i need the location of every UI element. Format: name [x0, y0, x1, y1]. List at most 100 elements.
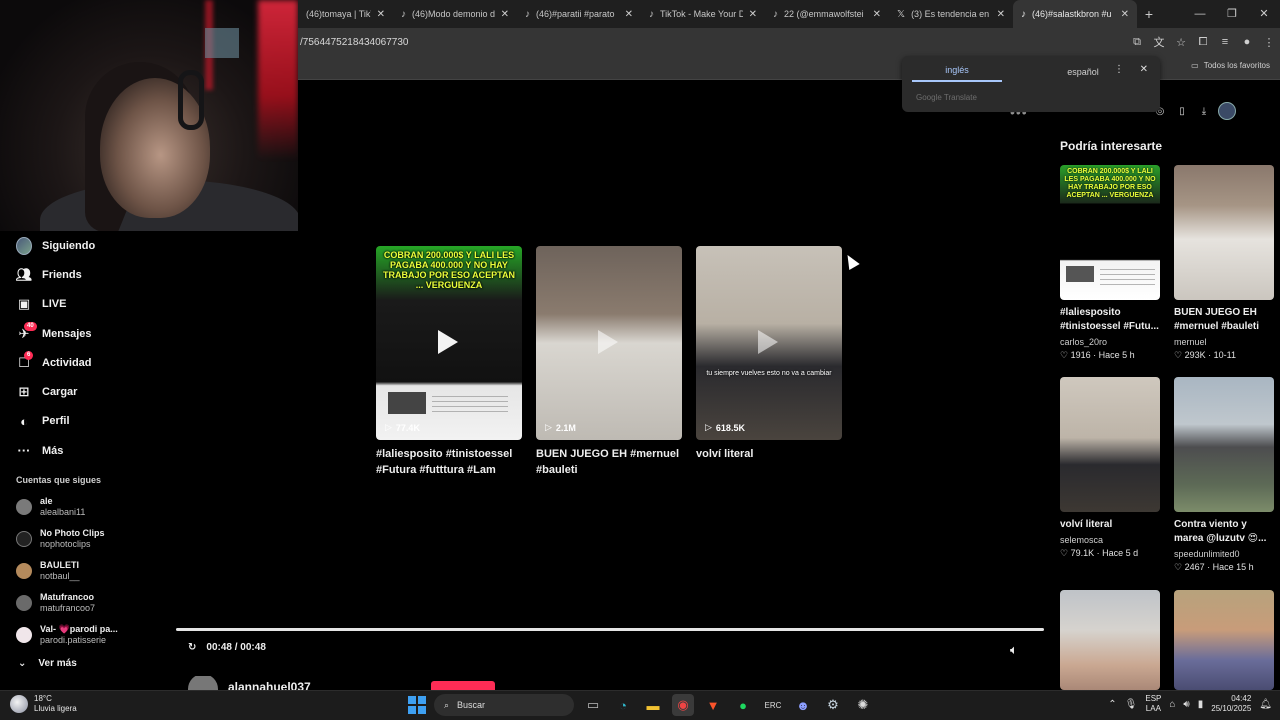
close-tab-icon[interactable]: ✕ [749, 9, 757, 20]
steam-icon[interactable]: ⚙ [822, 694, 844, 716]
chevron-up-icon[interactable]: ⌃ [1108, 699, 1116, 710]
menu-dots-icon[interactable]: ⋮ [1258, 36, 1280, 49]
new-tab-button[interactable]: + [1137, 6, 1161, 22]
clock[interactable]: 04:42 25/10/2025 [1211, 694, 1251, 714]
notifications-icon[interactable]: 🔔︎ [1259, 699, 1272, 710]
video-card[interactable]: tu siempre vuelves esto no va a cambiar … [696, 246, 842, 478]
close-tab-icon[interactable]: ✕ [377, 9, 385, 20]
app-icon[interactable]: ✺ [852, 694, 874, 716]
translate-menu-icon[interactable]: ⋮ [1114, 64, 1124, 75]
nav-upload[interactable]: ⊞ Cargar [0, 377, 170, 406]
microphone-icon[interactable]: 🎙︎ [1125, 699, 1138, 710]
taskbar-search[interactable]: ⌕ Buscar [434, 694, 574, 716]
author-avatar[interactable] [188, 676, 218, 690]
edge-icon[interactable]: ◔ [612, 694, 634, 716]
recommend-item[interactable]: COBRAN 200.000$ Y LALI LES PAGABA 400.00… [1060, 165, 1160, 362]
recommend-item[interactable]: Contra viento y marea @luzutv 😍... speed… [1174, 377, 1274, 574]
device-icon[interactable]: ▯ [1174, 106, 1190, 117]
chrome-icon[interactable]: ◉ [672, 694, 694, 716]
browser-tab[interactable]: ♪ (46)Modo demonio d ✕ [393, 0, 517, 28]
video-thumbnail[interactable] [1174, 165, 1274, 300]
nav-live[interactable]: ▣ LIVE [0, 290, 170, 319]
browser-tab[interactable]: (46)tomaya | TikTok✕ [298, 0, 393, 28]
browser-tab-active[interactable]: ♪ (46)#salastkbron #u ✕ [1013, 0, 1137, 28]
minimize-icon[interactable]: — [1184, 0, 1216, 28]
video-title[interactable]: volví literal [696, 446, 842, 462]
play-icon[interactable] [598, 330, 618, 354]
task-view-icon[interactable]: ▭ [582, 694, 604, 716]
cast-icon[interactable]: ⧉ [1126, 36, 1148, 49]
close-tab-icon[interactable]: ✕ [625, 9, 633, 20]
brave-icon[interactable]: ▼ [702, 694, 724, 716]
nav-more[interactable]: ··· Más [0, 436, 170, 465]
browser-tab[interactable]: ♪ (46)#paratii #parato ✕ [517, 0, 641, 28]
bookmark-star-icon[interactable]: ☆ [1170, 36, 1192, 49]
video-progress-bar[interactable] [176, 628, 1044, 631]
video-thumbnail[interactable] [1060, 377, 1160, 512]
video-thumbnail[interactable]: COBRAN 200.000$ Y LALI LES PAGABA 400.00… [376, 246, 522, 440]
nav-activity[interactable]: ☐ 6 Actividad [0, 348, 170, 377]
weather-widget[interactable]: 18°C Lluvia ligera [10, 694, 77, 714]
play-icon[interactable] [758, 330, 778, 354]
network-icon[interactable]: ⌂ [1169, 699, 1175, 710]
author-name[interactable]: alannahuel037 [228, 680, 311, 690]
video-title[interactable]: #laliesposito #tinistoessel #Futura #fut… [376, 446, 522, 478]
close-window-icon[interactable]: ✕ [1248, 0, 1280, 28]
obs-icon[interactable]: ERC [762, 694, 784, 716]
video-thumbnail[interactable]: COBRAN 200.000$ Y LALI LES PAGABA 400.00… [1060, 165, 1160, 300]
battery-icon[interactable]: ▮ [1198, 699, 1204, 710]
video-thumbnail[interactable]: tu siempre vuelves esto no va a cambiar … [696, 246, 842, 440]
close-tab-icon[interactable]: ✕ [997, 9, 1005, 20]
recommend-item[interactable] [1174, 590, 1274, 690]
video-card[interactable]: ▷ 2.1M BUEN JUEGO EH #mernuel #bauleti [536, 246, 682, 478]
file-explorer-icon[interactable]: ▬ [642, 694, 664, 716]
language-indicator[interactable]: ESP LAA [1145, 694, 1161, 714]
discord-icon[interactable]: ☻ [792, 694, 814, 716]
all-bookmarks[interactable]: ▭ Todos los favoritos [1191, 61, 1270, 70]
volume-icon[interactable]: 🔈︎ [1010, 642, 1018, 658]
video-thumbnail[interactable]: ▷ 2.1M [536, 246, 682, 440]
profile-icon[interactable]: ● [1236, 36, 1258, 48]
download-icon[interactable]: ⤓ [1196, 106, 1212, 117]
translate-lang-from[interactable]: inglés [912, 65, 1002, 82]
close-tab-icon[interactable]: ✕ [501, 9, 509, 20]
followed-account[interactable]: Val- 💗parodi pa... parodi.patisserie [0, 619, 170, 651]
video-thumbnail[interactable] [1174, 590, 1274, 690]
url-field[interactable]: /7564475218434067730 [298, 37, 408, 48]
video-thumbnail[interactable] [1174, 377, 1274, 512]
close-tab-icon[interactable]: ✕ [873, 9, 881, 20]
followed-account[interactable]: Matufrancoo matufrancoo7 [0, 587, 170, 619]
spotify-icon[interactable]: ● [732, 694, 754, 716]
nav-friends[interactable]: 👥︎ Friends [0, 260, 170, 289]
translate-icon[interactable]: 文 [1148, 34, 1170, 50]
play-icon[interactable] [438, 330, 458, 354]
follow-button[interactable] [430, 681, 495, 690]
browser-tab[interactable]: 𝕏 (3) Es tendencia en X ✕ [889, 0, 1013, 28]
extensions-icon[interactable]: ⧠ [1192, 36, 1214, 49]
close-tab-icon[interactable]: ✕ [1121, 9, 1129, 20]
replay-icon[interactable]: ↻ [188, 642, 196, 653]
windows-start-icon[interactable] [408, 696, 426, 714]
nav-messages[interactable]: ✈ 40 Mensajes [0, 319, 170, 348]
browser-tab[interactable]: ♪ 22 (@emmawolfstei ✕ [765, 0, 889, 28]
followed-account[interactable]: No Photo Clips nophotoclips [0, 523, 170, 555]
nav-following[interactable]: Siguiendo [0, 231, 170, 260]
nav-profile[interactable]: ◐ Perfil [0, 407, 170, 436]
maximize-icon[interactable]: ❐ [1216, 0, 1248, 28]
see-more-button[interactable]: ⌄ Ver más [0, 651, 170, 675]
speaker-icon[interactable]: 🔊︎ [1183, 699, 1189, 710]
recommend-title: Podría interesarte [1060, 139, 1163, 153]
tab-search-icon[interactable]: ≡ [1214, 36, 1236, 48]
close-icon[interactable]: ✕ [1140, 64, 1148, 75]
recommend-item[interactable] [1060, 590, 1160, 690]
browser-tab[interactable]: ♪ TikTok - Make Your D ✕ [641, 0, 765, 28]
video-card[interactable]: COBRAN 200.000$ Y LALI LES PAGABA 400.00… [376, 246, 522, 478]
video-title[interactable]: BUEN JUEGO EH #mernuel #bauleti [536, 446, 682, 478]
author-strip: alannahuel037 [188, 676, 495, 690]
video-thumbnail[interactable] [1060, 590, 1160, 690]
recommend-item[interactable]: volví literal selemosca ♡ 79.1K · Hace 5… [1060, 377, 1160, 560]
followed-account[interactable]: BAULETI notbaul__ [0, 555, 170, 587]
recommend-item[interactable]: BUEN JUEGO EH #mernuel #bauleti mernuel … [1174, 165, 1274, 362]
user-avatar[interactable] [1218, 102, 1236, 120]
followed-account[interactable]: ale alealbani11 [0, 491, 170, 523]
